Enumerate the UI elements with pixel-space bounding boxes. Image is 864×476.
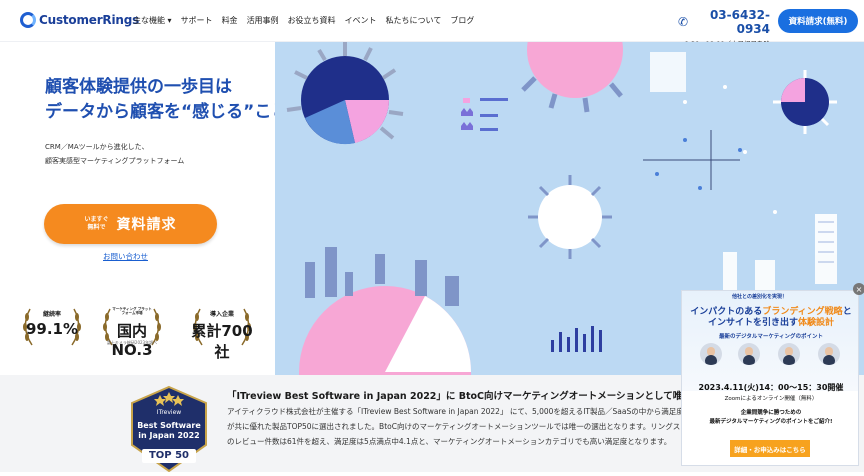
close-icon[interactable]: × [853,283,864,295]
badge-value: 累計700社 [191,322,253,361]
award-title: 「ITreview Best Software in Japan 2022」に … [227,391,692,402]
speaker-avatar [818,343,840,365]
nav-item-features[interactable]: 主な機能 ▾ [133,15,172,26]
request-docs-button[interactable]: 資料請求(無料) [778,9,858,33]
nav-item-support[interactable]: サポート [181,15,213,26]
event-popup[interactable]: 他社との差別化を実現！ インパクトのあるブランディング戦略と インサイトを引き出… [681,290,859,466]
badge-market-rank: マーケティング プラットフォーム市場 国内NO.3 富士キメラ総研2023年調べ [98,305,166,359]
speaker-avatar [738,343,760,365]
popup-title: インパクトのあるブランディング戦略と インサイトを引き出す体験設計 [682,307,858,329]
headline-line1: 顧客体験提供の一歩目は [45,77,232,97]
popup-title-part1: インパクトのある [690,307,763,317]
popup-online: Zoomによるオンライン開催（無料） [724,396,818,402]
speaker-avatar [700,343,722,365]
hero-subcopy: CRM／MAツールから進化した、 顧客実感型マーケティングプラットフォーム [45,140,184,168]
nav-item-about[interactable]: 私たちについて [386,15,442,26]
popup-title-part2: と [842,307,852,317]
popup-detail-button[interactable]: 詳細・お申込みはこちら [730,440,810,457]
cta-big-text: 資料請求 [116,217,177,233]
award-rank: TOP 50 [148,450,190,461]
nav-item-pricing[interactable]: 料金 [222,15,238,26]
popup-description: 企業間競争に勝つための 最新デジタルマーケティングのポイントをご紹介! [682,409,858,427]
subcopy-line2: 顧客実感型マーケティングプラットフォーム [45,157,185,165]
cta-small-text: いますぐ 無料で [84,216,108,232]
speaker-avatar [778,343,800,365]
nav-item-resources[interactable]: お役立ち資料 [288,15,336,26]
phone-icon: ✆ [678,15,689,29]
popup-date: 2023.4.11(火)14：00〜15：30開催 [698,383,844,392]
cta-small-line1: いますぐ [84,216,109,223]
contact-link[interactable]: お問い合わせ [103,251,148,262]
headline-line2: データから顧客を“感じる”こと [45,102,289,122]
popup-desc-line2: 最新デジタルマーケティングのポイントをご紹介! [709,419,833,425]
popup-subtitle: 最新のデジタルマーケティングのポイント [719,334,823,340]
award-brand: ITreview [156,409,182,416]
award-description: アイティクラウド株式会社が主催する「ITreview Best Software… [227,407,684,446]
logo-text: CustomerRings [39,13,140,27]
badge-companies: 導入企業 累計700社 [188,305,256,361]
cta-request-button[interactable]: いますぐ 無料で 資料請求 [44,204,217,244]
badge-value: 99.1% [25,320,79,338]
popup-desc-line1: 企業間競争に勝つための [740,410,802,416]
popup-title-line2-part1: インサイトを引き出す [707,318,798,328]
hero-headline: 顧客体験提供の一歩目は データから顧客を“感じる”こと [45,75,288,125]
nav-item-blog[interactable]: ブログ [450,15,474,26]
nav-item-events[interactable]: イベント [345,15,377,26]
badge-label: マーケティング プラットフォーム市場 [112,307,152,315]
popup-title-accent: ブランディング戦略 [762,307,843,317]
badge-retention: 継続率 99.1% [18,305,86,349]
subcopy-line1: CRM／MAツールから進化した、 [45,143,149,151]
cta-small-line2: 無料で [87,224,106,231]
badge-label: 継続率 [42,311,61,318]
popup-title-line2-accent: 体験設計 [798,318,835,328]
site-header: CustomerRings 主な機能 ▾ サポート 料金 活用事例 お役立ち資料… [0,0,864,58]
badge-label: 導入企業 [209,311,234,318]
logo[interactable]: CustomerRings [20,12,139,28]
nav-item-cases[interactable]: 活用事例 [247,15,279,26]
nav-item-label: 主な機能 [133,16,165,25]
main-nav: 主な機能 ▾ サポート 料金 活用事例 お役立ち資料 イベント 私たちについて … [133,15,474,26]
badge-sub: 富士キメラ総研2023年調べ [106,340,158,345]
popup-banner [682,291,858,391]
award-line1: Best Software [137,421,201,430]
phone-number-text: 03-6432-0934 [709,8,770,36]
phone-number[interactable]: ✆ 03-6432-0934 [678,8,770,36]
logo-mark-icon [20,12,36,28]
award-badge: ITreview Best Software in Japan 2022 TOP… [130,385,208,473]
chevron-down-icon: ▾ [167,16,172,25]
popup-tag: 他社との差別化を実現！ [732,294,787,300]
award-line2: in Japan 2022 [138,431,200,440]
